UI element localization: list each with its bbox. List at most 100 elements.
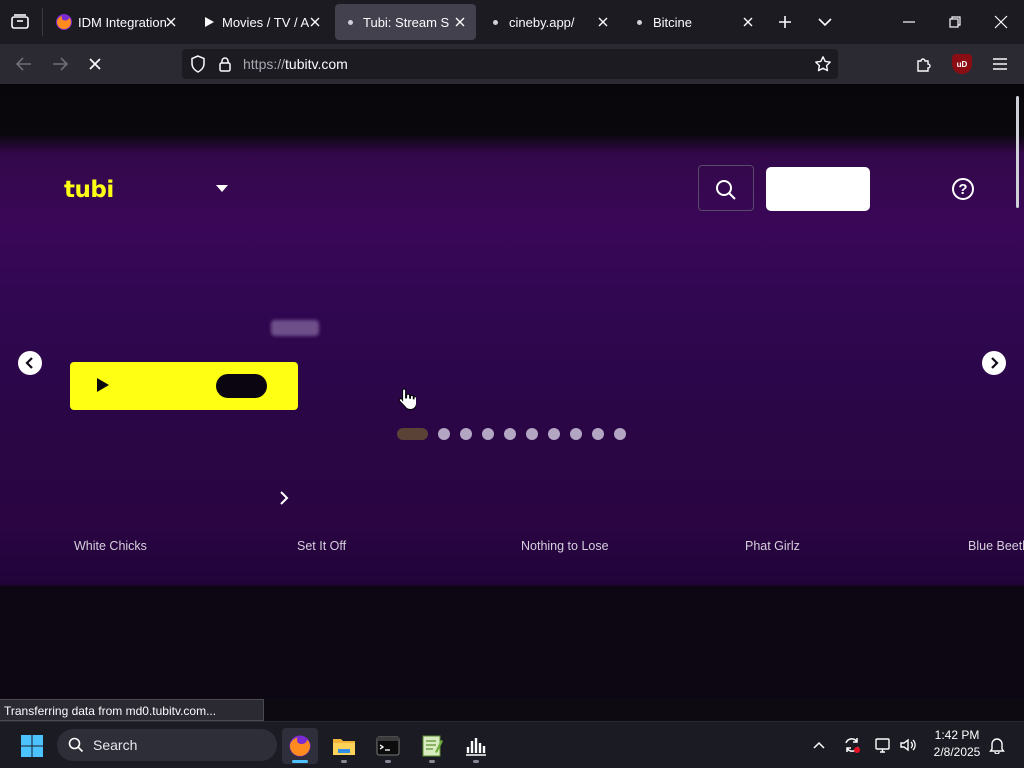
firefox-icon	[56, 14, 72, 30]
close-tab-icon[interactable]	[164, 15, 178, 29]
rating-badge	[271, 320, 319, 336]
close-window-icon[interactable]	[993, 14, 1009, 30]
sign-in-button[interactable]	[766, 167, 870, 211]
status-bar: Transferring data from md0.tubitv.com...	[0, 699, 264, 721]
carousel-dot[interactable]	[614, 428, 626, 440]
tab-overview-icon	[11, 14, 29, 29]
taskbar-audio-app[interactable]	[458, 728, 494, 764]
hamburger-menu-icon[interactable]	[992, 57, 1008, 71]
tab-bitcine[interactable]: Bitcine	[625, 4, 765, 40]
forward-arrow-icon[interactable]	[51, 56, 69, 72]
carousel-dot[interactable]	[504, 428, 516, 440]
help-icon[interactable]: ?	[952, 178, 974, 200]
tab-cineby[interactable]: cineby.app/	[480, 4, 620, 40]
close-tab-icon[interactable]	[308, 15, 322, 29]
clock-date: 2/8/2025	[933, 745, 981, 759]
movie-title[interactable]: Nothing to Lose	[521, 539, 609, 553]
system-clock[interactable]: 1:42 PM 2/8/2025	[918, 727, 996, 761]
notification-bell-icon[interactable]	[988, 736, 1006, 754]
close-tab-icon[interactable]	[596, 15, 610, 29]
taskbar-search-label: Search	[93, 737, 138, 753]
running-indicator	[385, 760, 391, 763]
running-indicator	[429, 760, 435, 763]
search-button[interactable]	[698, 165, 754, 211]
carousel-dot[interactable]	[438, 428, 450, 440]
url-scheme: https://	[243, 56, 286, 72]
taskbar-notepad-plus[interactable]	[414, 728, 450, 764]
url-bar[interactable]: https://tubitv.com	[182, 49, 838, 79]
firefox-icon	[289, 735, 311, 757]
tab-separator	[42, 8, 43, 36]
search-icon	[68, 737, 84, 753]
tubi-logo[interactable]: tubi	[64, 177, 114, 203]
folder-icon	[333, 739, 355, 755]
running-indicator	[473, 760, 479, 763]
navigation-toolbar: https://tubitv.com uD	[0, 44, 1024, 84]
carousel-dot[interactable]	[482, 428, 494, 440]
tab-title: Tubi: Stream Supported	[363, 14, 450, 30]
carousel-dot[interactable]	[548, 428, 560, 440]
carousel-dot[interactable]	[460, 428, 472, 440]
screen: IDM Integration Movies / TV / Anime Tubi…	[0, 0, 1024, 768]
movie-title[interactable]: Set It Off	[297, 539, 346, 553]
hand-cursor-icon	[398, 388, 416, 411]
movie-title[interactable]: Phat Girlz	[745, 539, 800, 553]
tracking-protection-shield-icon[interactable]	[190, 55, 206, 73]
restore-icon[interactable]	[947, 14, 963, 30]
bookmark-star-icon[interactable]	[814, 55, 832, 73]
clock-time: 1:42 PM	[934, 728, 980, 742]
close-tab-icon[interactable]	[741, 15, 755, 29]
tab-idm-integration[interactable]: IDM Integration	[46, 4, 186, 40]
network-icon[interactable]	[874, 736, 892, 754]
new-tab-plus-icon[interactable]	[777, 14, 793, 30]
carousel-dot[interactable]	[526, 428, 538, 440]
tab-title: Movies / TV / Anime	[222, 14, 309, 30]
taskbar-firefox[interactable]	[282, 728, 318, 764]
tab-overview-button[interactable]	[8, 10, 32, 34]
windows-start-icon[interactable]	[20, 734, 44, 758]
chevron-right-icon	[991, 357, 999, 369]
loading-dot-icon	[348, 19, 353, 25]
url-text[interactable]: https://tubitv.com	[243, 56, 348, 72]
minimize-icon[interactable]	[901, 14, 917, 30]
tab-strip: IDM Integration Movies / TV / Anime Tubi…	[0, 0, 1024, 44]
padlock-icon[interactable]	[218, 56, 232, 72]
movie-title[interactable]: White Chicks	[74, 539, 147, 553]
stop-loading-icon[interactable]	[88, 57, 102, 71]
tab-tubi[interactable]: Tubi: Stream Supported	[335, 4, 476, 40]
carousel-dot[interactable]	[592, 428, 604, 440]
carousel-next-button[interactable]	[982, 351, 1006, 375]
taskbar-file-explorer[interactable]	[326, 728, 362, 764]
chevron-right-icon[interactable]	[278, 490, 290, 506]
sync-icon[interactable]	[843, 736, 861, 754]
show-hidden-icons-chevron-icon[interactable]	[812, 739, 826, 751]
loading-dot-icon	[637, 19, 642, 25]
list-tabs-chevron-icon[interactable]	[817, 15, 833, 29]
running-indicator	[341, 760, 347, 763]
page-scrollbar[interactable]	[1016, 96, 1019, 208]
carousel-dot-active[interactable]	[397, 428, 428, 440]
notepad-icon	[422, 735, 443, 757]
volume-icon[interactable]	[899, 736, 917, 754]
back-arrow-icon[interactable]	[15, 56, 33, 72]
chevron-left-icon	[25, 357, 33, 369]
play-button[interactable]	[70, 362, 298, 410]
ublock-origin-icon[interactable]: uD	[952, 54, 972, 74]
movie-title[interactable]: Blue Beetle	[968, 539, 1024, 553]
tab-title: IDM Integration	[78, 14, 167, 30]
search-icon	[716, 180, 736, 200]
tab-movies-tv[interactable]: Movies / TV / Anime	[192, 4, 332, 40]
play-label-pill	[216, 374, 267, 398]
loading-dot-icon	[493, 19, 498, 25]
tab-title: Bitcine	[653, 14, 693, 30]
extensions-puzzle-icon[interactable]	[915, 55, 933, 73]
carousel-prev-button[interactable]	[18, 351, 42, 375]
caret-down-icon[interactable]	[216, 185, 228, 192]
terminal-icon	[376, 736, 400, 756]
play-icon	[97, 378, 109, 392]
taskbar-search-box[interactable]: Search	[57, 729, 277, 761]
taskbar-terminal[interactable]	[370, 728, 406, 764]
carousel-dot[interactable]	[570, 428, 582, 440]
tubi-page: tubi ? White Chicks Set It Off Nothing t…	[0, 84, 1024, 698]
close-tab-icon[interactable]	[453, 15, 467, 29]
